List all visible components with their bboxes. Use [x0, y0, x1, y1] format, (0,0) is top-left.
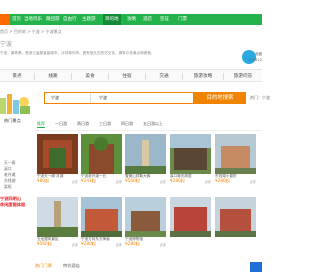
nav-item-free[interactable]: 自由行: [61, 14, 79, 25]
tour-image: [125, 134, 166, 174]
tour-image: [81, 197, 122, 237]
promo-subtitle[interactable]: 休闲度假体验: [0, 202, 25, 208]
filter-three-day[interactable]: 三日游: [99, 121, 111, 127]
tour-image: [81, 134, 122, 174]
tour-image: [215, 134, 256, 174]
special-hotels-tab[interactable]: 特价酒店: [63, 263, 80, 269]
hot-search-label[interactable]: 热门：宁波: [250, 95, 270, 101]
nav-item-ticket[interactable]: 门票: [176, 14, 189, 25]
nav-item-theme[interactable]: 主题游: [80, 14, 98, 25]
tour-comments[interactable]: 点评: [72, 242, 78, 247]
nav-item-local[interactable]: 当地玩乐: [22, 14, 44, 25]
filter-one-day[interactable]: 一日游: [55, 121, 67, 127]
tab-qa[interactable]: 旅游问答: [224, 70, 262, 83]
filter-four-day[interactable]: 四日游: [121, 121, 133, 127]
tour-comments[interactable]: 点评: [160, 179, 166, 184]
search-box: 宁波: [44, 92, 194, 104]
search-button[interactable]: 目的地搜索: [194, 92, 246, 104]
tour-comments[interactable]: 点评: [116, 179, 122, 184]
tour-image: [170, 134, 211, 174]
side-item[interactable]: 梁祝: [4, 184, 12, 190]
page-title: 宁波: [0, 41, 13, 48]
search-input[interactable]: [97, 93, 193, 103]
favorite-label[interactable]: 收藏: [255, 52, 262, 57]
filter-two-day[interactable]: 两日游: [77, 121, 89, 127]
tour-price: ¥280起: [170, 178, 185, 183]
tour-image: [37, 134, 78, 174]
tour-comments[interactable]: 点评: [72, 179, 78, 184]
tour-image: [125, 197, 166, 237]
tab-transport[interactable]: 交通: [146, 70, 182, 83]
filter-divider: [35, 130, 262, 131]
nav-item-group[interactable]: 跟团游: [44, 14, 62, 25]
filter-recommended[interactable]: 推荐: [37, 121, 45, 128]
side-title: 热门景点: [4, 118, 21, 123]
tour-price: ¥280起: [81, 241, 96, 246]
tab-food[interactable]: 美食: [72, 70, 108, 83]
tour-price: ¥280起: [125, 241, 140, 246]
tour-comments[interactable]: 点评: [116, 242, 122, 247]
destination-tabs: 景点 线路 美食 住宿 交通 旅游攻略 旅游问答: [0, 69, 262, 82]
bottom-section-tabs: 热门门票 特价酒店: [35, 262, 262, 272]
page-description: 宁波，简称甬，是浙江省副省级城市，计划单列市，具有悠久的历史文化，拥有众多景点和…: [0, 51, 155, 55]
nav-item-hotel[interactable]: 酒店: [141, 14, 154, 25]
tour-comments[interactable]: 点评: [160, 242, 166, 247]
tour-image: [215, 197, 256, 237]
breadcrumb: 首页 > 目的地 > 宁波 > 宁波景点: [0, 29, 62, 34]
tour-image: [37, 197, 78, 237]
tab-guides[interactable]: 旅游攻略: [183, 70, 223, 83]
tour-price: ¥243起: [81, 178, 96, 183]
tour-price: ¥560起: [37, 241, 52, 246]
nav-item-destination[interactable]: 目的地: [103, 14, 121, 25]
favorite-count: 179822: [248, 58, 262, 62]
tab-attractions[interactable]: 景点: [0, 70, 34, 83]
logo[interactable]: [0, 14, 10, 25]
nav-item-visa[interactable]: 签证: [158, 14, 171, 25]
destination-header: 宁波 宁波，简称甬，是浙江省副省级城市，计划单列市，具有悠久的历史文化，拥有众多…: [0, 37, 230, 63]
tab-stay[interactable]: 住宿: [109, 70, 145, 83]
tour-comments[interactable]: 点评: [205, 179, 211, 184]
hot-tickets-tab[interactable]: 热门门票: [35, 263, 52, 269]
tour-image: [170, 197, 211, 237]
tour-price: ¥280起: [215, 178, 230, 183]
tour-comments[interactable]: 点评: [250, 179, 256, 184]
tour-price: ¥80起: [37, 178, 50, 183]
skyline-illustration: [0, 94, 30, 114]
tour-price: ¥560起: [125, 178, 140, 183]
nav-item-guide[interactable]: 攻略: [125, 14, 138, 25]
ad-thumbnail[interactable]: [250, 262, 262, 272]
filter-five-plus[interactable]: 五日游以上: [143, 121, 163, 127]
tab-routes[interactable]: 线路: [35, 70, 71, 83]
search-category-select[interactable]: 宁波: [45, 93, 91, 103]
